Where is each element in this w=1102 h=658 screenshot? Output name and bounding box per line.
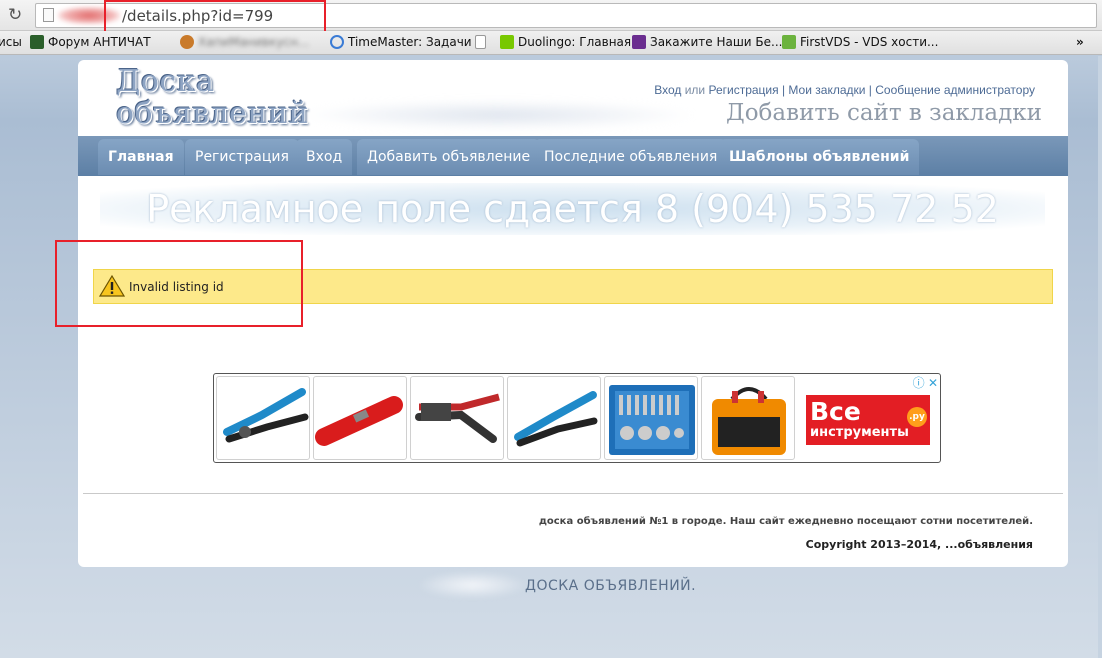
ad-product-stripper-blue[interactable]	[216, 376, 310, 460]
bookmark-item[interactable]	[475, 35, 486, 49]
bookmark-item[interactable]: Закажите Наши Бе...	[632, 35, 782, 49]
add-bookmark-link[interactable]: Добавить сайт в закладки	[726, 100, 1042, 126]
top-links: Вход или Регистрация | Мои закладки | Со…	[654, 83, 1035, 97]
ad-product-stripper-red[interactable]	[313, 376, 407, 460]
bookmarks-overflow-button[interactable]: »	[1076, 35, 1084, 49]
ad-product-stripper-auto[interactable]	[410, 376, 504, 460]
bookmark-item[interactable]: вкусн...	[262, 35, 309, 49]
main-nav: Главная Регистрация Вход Добавить объявл…	[78, 136, 1068, 176]
ad-banner[interactable]: Рекламное поле сдается 8 (904) 535 72 52	[100, 183, 1045, 235]
nav-latest-listings[interactable]: Последние объявления	[534, 139, 728, 175]
duolingo-icon	[500, 35, 514, 49]
bookmarks-bar: исы Форум АНТИЧАТ ХапиМани вкусн... Time…	[0, 31, 1102, 55]
redacted-region	[420, 572, 525, 598]
timer-icon	[330, 35, 344, 49]
bookmark-item[interactable]: исы	[0, 35, 22, 49]
nav-listing-templates[interactable]: Шаблоны объявлений	[719, 139, 920, 175]
adchoices-icon[interactable]: ⓘ ✕	[913, 374, 938, 391]
forum-icon	[30, 35, 44, 49]
nav-home[interactable]: Главная	[98, 139, 184, 175]
login-link[interactable]: Вход	[654, 83, 681, 97]
page-icon	[475, 35, 486, 49]
ad-brand-logo[interactable]: Все инструменты .ру	[806, 395, 930, 445]
footer-divider	[83, 493, 1063, 494]
page-icon	[43, 8, 54, 22]
reload-icon[interactable]: ↻	[8, 6, 26, 24]
firstvds-icon	[782, 35, 796, 49]
ad-product-tap-set[interactable]	[604, 376, 698, 460]
my-bookmarks-link[interactable]: | Мои закладки	[782, 83, 865, 97]
bookmark-purple-icon	[632, 35, 646, 49]
footer-description: доска объявлений №1 в городе. Наш сайт е…	[538, 516, 1033, 527]
scrollbar[interactable]	[1098, 56, 1102, 658]
bookmark-item[interactable]: ХапиМани	[180, 35, 263, 49]
product-ad[interactable]: Все инструменты .ру ⓘ ✕	[213, 373, 941, 463]
hapimani-icon	[180, 35, 194, 49]
bookmark-item[interactable]: Duolingo: Главная	[500, 35, 631, 49]
ad-product-stripper-blue-2[interactable]	[507, 376, 601, 460]
bookmark-item[interactable]: TimeMaster: Задачи	[330, 35, 472, 49]
footer-copyright: Copyright 2013–2014, ...объявления	[805, 538, 1033, 551]
bookmark-item[interactable]: FirstVDS - VDS хости...	[782, 35, 938, 49]
bookmark-item[interactable]: Форум АНТИЧАТ	[30, 35, 151, 49]
nav-register[interactable]: Регистрация	[185, 139, 299, 175]
register-link[interactable]: Регистрация	[708, 83, 778, 97]
annotation-alert-highlight	[55, 240, 303, 327]
nav-login[interactable]: Вход	[296, 139, 353, 175]
bottom-site-title: ДОСКА ОБЪЯВЛЕНИЙ.	[525, 578, 697, 594]
ad-product-tool-bag[interactable]	[701, 376, 795, 460]
nav-add-listing[interactable]: Добавить объявление	[357, 139, 541, 175]
message-admin-link[interactable]: | Сообщение администратору	[869, 83, 1035, 97]
redacted-region	[298, 100, 698, 130]
